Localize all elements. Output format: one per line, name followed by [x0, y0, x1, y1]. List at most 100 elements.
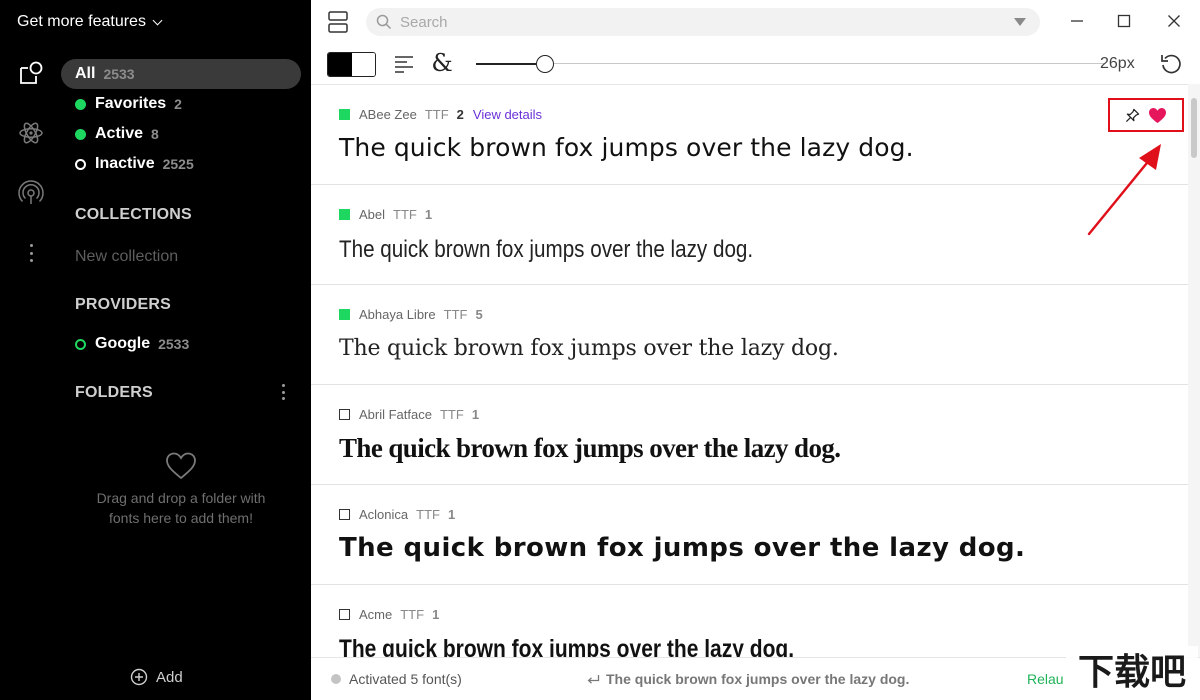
minimize-button[interactable] — [1066, 10, 1088, 32]
filter-favorites-label: Favorites — [95, 95, 167, 112]
font-format: TTF — [400, 606, 425, 622]
search-bar — [366, 8, 1040, 36]
theme-dark-half — [328, 53, 352, 76]
font-variant-count: 1 — [424, 206, 433, 222]
collections-title: COLLECTIONS — [75, 206, 192, 223]
preview-theme-toggle[interactable] — [327, 52, 376, 77]
heart-outline-icon — [166, 452, 196, 480]
font-variant-count: 1 — [432, 606, 440, 622]
search-dropdown-icon[interactable] — [1014, 18, 1026, 26]
filter-favorites[interactable]: Favorites 2 — [75, 93, 182, 115]
provider-google-label: Google — [95, 335, 151, 352]
font-sample: The quick brown fox jumps over the lazy … — [339, 336, 839, 361]
font-row-aclonica[interactable]: Aclonica TTF 1 The quick brown fox jumps… — [311, 485, 1188, 585]
inactive-dot-icon — [75, 158, 86, 170]
provider-google[interactable]: Google 2533 — [75, 333, 189, 355]
filter-inactive-label: Inactive — [95, 155, 155, 172]
layout-toggle-icon[interactable] — [327, 10, 349, 34]
font-format: TTF — [424, 106, 449, 122]
font-name: Abril Fatface — [359, 406, 432, 422]
preview-text-field[interactable]: The quick brown fox jumps over the lazy … — [587, 671, 909, 687]
search-input[interactable] — [400, 13, 990, 31]
provider-google-count: 2533 — [158, 336, 190, 352]
folders-more-icon[interactable] — [276, 382, 290, 402]
font-row-acme[interactable]: Acme TTF 1 The quick brown fox jumps ove… — [311, 585, 1188, 657]
new-collection-button[interactable]: New collection — [75, 248, 178, 266]
font-format: TTF — [393, 206, 417, 222]
slider-track-empty — [554, 63, 1104, 64]
search-icon — [376, 14, 392, 30]
font-active-toggle[interactable] — [339, 508, 350, 520]
font-row-abril-fatface[interactable]: Abril Fatface TTF 1 The quick brown fox … — [311, 385, 1188, 485]
watermark-logo: 下载吧 — [1066, 646, 1198, 698]
align-left-icon[interactable] — [393, 54, 415, 74]
font-name: Abhaya Libre — [359, 306, 436, 322]
provider-dot-icon — [75, 338, 86, 350]
font-row-abhaya-libre[interactable]: Abhaya Libre TTF 5 The quick brown fox j… — [311, 285, 1188, 385]
enter-return-icon — [587, 674, 600, 684]
font-active-toggle[interactable] — [339, 108, 350, 120]
atom-icon[interactable] — [18, 120, 44, 146]
minimize-icon — [1071, 20, 1083, 22]
theme-light-half — [352, 53, 375, 76]
font-active-toggle[interactable] — [339, 408, 350, 420]
font-row-abel[interactable]: Abel TTF 1 The quick brown fox jumps ove… — [311, 185, 1188, 285]
font-sample-wrap: The quick brown fox jumps over the lazy … — [339, 233, 821, 264]
slider-thumb[interactable] — [536, 55, 554, 73]
font-active-toggle[interactable] — [339, 608, 350, 620]
filter-all-count: 2533 — [103, 66, 135, 82]
font-list-scrollbar[interactable] — [1188, 84, 1200, 657]
font-name: ABee Zee — [359, 106, 417, 122]
maximize-icon — [1117, 14, 1131, 28]
pin-icon[interactable] — [1125, 108, 1140, 123]
font-size-slider[interactable] — [476, 54, 1104, 74]
filter-favorites-count: 2 — [174, 96, 182, 112]
font-sample: The quick brown fox jumps over the lazy … — [339, 433, 841, 463]
folders-title: FOLDERS — [75, 384, 153, 401]
scrollbar-thumb[interactable] — [1191, 98, 1197, 158]
glyphs-button[interactable]: & — [429, 49, 455, 77]
plus-circle-icon — [130, 668, 148, 686]
promo-label: Get more features — [17, 13, 146, 30]
font-format: TTF — [416, 506, 440, 522]
font-size-value: 26px — [1100, 55, 1135, 72]
broadcast-icon[interactable] — [18, 180, 44, 206]
close-button[interactable] — [1163, 10, 1185, 32]
more-options-icon[interactable] — [24, 242, 38, 264]
relaunch-button[interactable]: Relau — [1027, 671, 1064, 687]
maximize-button[interactable] — [1113, 10, 1135, 32]
view-details-link[interactable]: View details — [473, 107, 542, 122]
folders-drop-hint: Drag and drop a folder with fonts here t… — [96, 490, 266, 526]
providers-title: PROVIDERS — [75, 296, 172, 313]
favorite-heart-icon[interactable] — [1148, 107, 1167, 124]
font-sample: The quick brown fox jumps over the lazy … — [339, 635, 795, 657]
get-more-features-button[interactable]: Get more features — [17, 13, 163, 31]
font-active-toggle[interactable] — [339, 308, 350, 320]
font-sample: The quick brown fox jumps over the lazy … — [339, 133, 914, 162]
font-format: TTF — [439, 406, 464, 422]
filter-active-count: 8 — [151, 126, 159, 142]
font-row-abeezee[interactable]: ABee Zee TTF 2 View details The quick br… — [311, 85, 1188, 185]
status-text: Activated 5 font(s) — [349, 671, 462, 687]
filter-all[interactable]: All 2533 — [61, 59, 301, 89]
close-icon — [1168, 15, 1180, 27]
add-folder-button[interactable]: Add — [130, 668, 183, 686]
font-name: Aclonica — [359, 506, 409, 522]
font-variant-count: 1 — [471, 406, 480, 422]
svg-text:下载吧: 下载吧 — [1078, 652, 1186, 693]
sidebar: Get more features All 2533 Favorites 2 A… — [0, 0, 311, 700]
filter-inactive[interactable]: Inactive 2525 — [75, 153, 194, 175]
active-dot-icon — [75, 128, 86, 140]
filter-active-label: Active — [95, 125, 144, 142]
font-sample-wrap: The quick brown fox jumps over the lazy … — [339, 633, 881, 657]
font-name: Acme — [359, 606, 393, 622]
filter-active[interactable]: Active 8 — [75, 123, 159, 145]
fonts-library-icon[interactable] — [18, 60, 44, 86]
font-variant-count: 1 — [447, 506, 456, 522]
row-actions-highlight — [1108, 98, 1184, 132]
font-sample: The quick brown fox jumps over the lazy … — [339, 533, 1026, 563]
slider-track-filled — [476, 63, 536, 65]
font-active-toggle[interactable] — [339, 208, 350, 220]
chevron-down-icon — [152, 15, 163, 25]
reset-icon[interactable] — [1159, 52, 1183, 76]
